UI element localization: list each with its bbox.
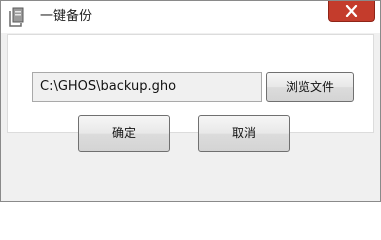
window-title: 一键备份 xyxy=(40,9,93,24)
title-bar[interactable]: 一键备份 xyxy=(1,1,380,33)
cancel-button[interactable]: 取消 xyxy=(198,115,290,152)
browse-file-button[interactable]: 浏览文件 xyxy=(266,72,354,102)
close-icon xyxy=(345,5,358,17)
backup-path-field[interactable]: C:\GHOS\backup.gho xyxy=(32,72,262,102)
backup-dialog: 一键备份 C:\GHOS\backup.gho 浏览文件 确定 取消 xyxy=(0,0,381,202)
content-panel: C:\GHOS\backup.gho 浏览文件 xyxy=(7,34,374,133)
close-button[interactable] xyxy=(328,1,375,22)
document-icon xyxy=(8,7,24,27)
ok-button[interactable]: 确定 xyxy=(78,115,170,152)
